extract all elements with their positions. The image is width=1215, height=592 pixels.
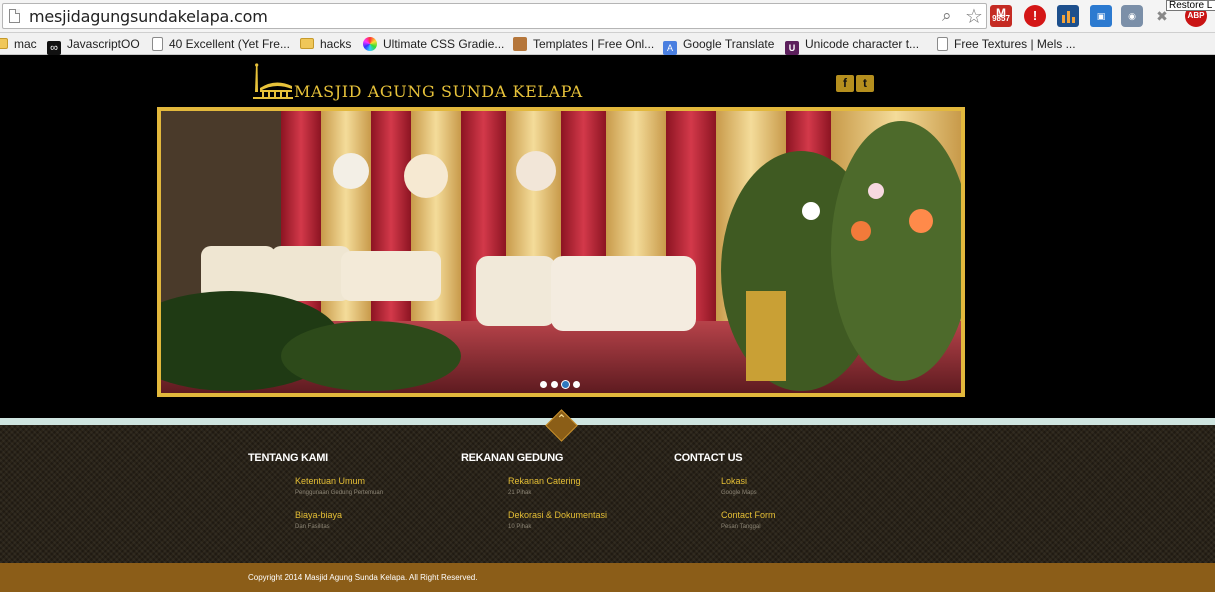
bookmark-unicode[interactable]: U Unicode character t... — [785, 35, 920, 55]
bookmark-40-excellent[interactable]: 40 Excellent (Yet Fre... — [152, 35, 290, 53]
bookmark-templates[interactable]: Templates | Free Onl... — [513, 35, 654, 53]
site-logo[interactable]: MASJID AGUNG SUNDA KELAPA — [248, 62, 582, 102]
chevron-up-icon[interactable]: ⌃ — [553, 412, 570, 426]
slider-dot[interactable] — [573, 381, 580, 388]
bookmark-mac[interactable]: mac — [0, 35, 37, 53]
bookmark-label: Ultimate CSS Gradie... — [383, 37, 505, 51]
site-footer — [0, 425, 1215, 563]
slider-pagination — [540, 375, 584, 388]
footer-title-tentang-kami: TENTANG KAMI — [248, 452, 328, 464]
page-icon — [152, 37, 163, 51]
facebook-icon[interactable]: f — [836, 75, 854, 92]
footer-sub: 21 Pihak — [508, 490, 532, 496]
footer-sub: 10 Pihak — [508, 524, 532, 530]
gmail-count-badge: 9857 — [992, 14, 1010, 23]
bookmark-label: mac — [14, 37, 37, 51]
footer-title-rekanan-gedung: REKANAN GEDUNG — [461, 452, 564, 464]
bookmark-star-icon[interactable]: ☆ — [965, 4, 983, 29]
footer-link-biaya[interactable]: Biaya-biaya — [295, 510, 342, 520]
unicode-icon: U — [785, 41, 799, 55]
box-icon — [513, 37, 527, 51]
address-bar[interactable]: mesjidagungsundakelapa.com ⌕ ☆ — [2, 3, 987, 29]
bookmark-javascriptoo[interactable]: ∞ JavascriptOO — [47, 35, 140, 55]
hero-slider[interactable] — [157, 107, 965, 397]
stop-extension-icon[interactable]: ! — [1024, 5, 1046, 27]
bookmark-google-translate[interactable]: A Google Translate — [663, 35, 775, 55]
footer-title-contact-us: CONTACT US — [674, 452, 743, 464]
bookmark-label: Free Textures | Mels ... — [954, 37, 1076, 51]
footer-sub: Penggunaan Gedung Pertemuan — [295, 490, 384, 496]
bookmark-hacks[interactable]: hacks — [300, 35, 351, 53]
camera-extension-icon[interactable]: ◉ — [1121, 5, 1143, 27]
color-wheel-icon — [363, 37, 377, 51]
footer-sub: Pesan Tanggal — [721, 524, 761, 530]
bookmark-label: hacks — [320, 37, 352, 51]
site-title: MASJID AGUNG SUNDA KELAPA — [294, 82, 583, 101]
browser-toolbar: mesjidagungsundakelapa.com ⌕ ☆ 9857 ! ▣ … — [0, 0, 1215, 33]
tooltip: Restore L — [1166, 0, 1215, 11]
slider-dot[interactable] — [551, 381, 558, 388]
analytics-extension-icon[interactable] — [1057, 5, 1079, 27]
mosque-logo-icon — [253, 63, 293, 99]
slider-dot-active[interactable] — [562, 381, 569, 388]
footer-sub: Dan Fasilitas — [295, 524, 330, 530]
bookmark-label: Unicode character t... — [805, 37, 920, 51]
slider-dot[interactable] — [540, 381, 547, 388]
bookmark-label: Templates | Free Onl... — [533, 37, 655, 51]
infinity-icon: ∞ — [47, 41, 61, 55]
slider-image — [161, 111, 961, 393]
page-icon — [9, 9, 20, 23]
footer-link-lokasi[interactable]: Lokasi — [721, 476, 747, 486]
address-bar-url[interactable]: mesjidagungsundakelapa.com — [29, 7, 268, 26]
bookmark-label: 40 Excellent (Yet Fre... — [169, 37, 290, 51]
copyright-text: Copyright 2014 Masjid Agung Sunda Kelapa… — [248, 573, 478, 582]
gmail-extension-icon[interactable]: 9857 — [990, 0, 1012, 27]
footer-link-contact-form[interactable]: Contact Form — [721, 510, 776, 520]
copyright-bar: Copyright 2014 Masjid Agung Sunda Kelapa… — [0, 563, 1215, 592]
twitter-icon[interactable]: t — [856, 75, 874, 92]
bookmark-label: JavascriptOO — [67, 37, 140, 51]
footer-sub: Google Maps — [721, 490, 757, 496]
screen-capture-extension-icon[interactable]: ▣ — [1090, 5, 1112, 27]
footer-link-rekanan-catering[interactable]: Rekanan Catering — [508, 476, 581, 486]
footer-link-dekorasi[interactable]: Dekorasi & Dokumentasi — [508, 510, 607, 520]
bookmark-label: Google Translate — [683, 37, 775, 51]
folder-icon — [300, 38, 314, 49]
footer-divider — [0, 418, 1215, 425]
translate-icon: A — [663, 41, 677, 55]
search-icon[interactable]: ⌕ — [942, 6, 952, 26]
footer-link-ketentuan-umum[interactable]: Ketentuan Umum — [295, 476, 365, 486]
bookmark-css-gradient[interactable]: Ultimate CSS Gradie... — [363, 35, 504, 53]
page-icon — [937, 37, 948, 51]
bookmark-free-textures[interactable]: Free Textures | Mels ... — [937, 35, 1076, 53]
folder-icon — [0, 38, 8, 49]
bookmarks-bar: mac ∞ JavascriptOO 40 Excellent (Yet Fre.… — [0, 33, 1215, 55]
